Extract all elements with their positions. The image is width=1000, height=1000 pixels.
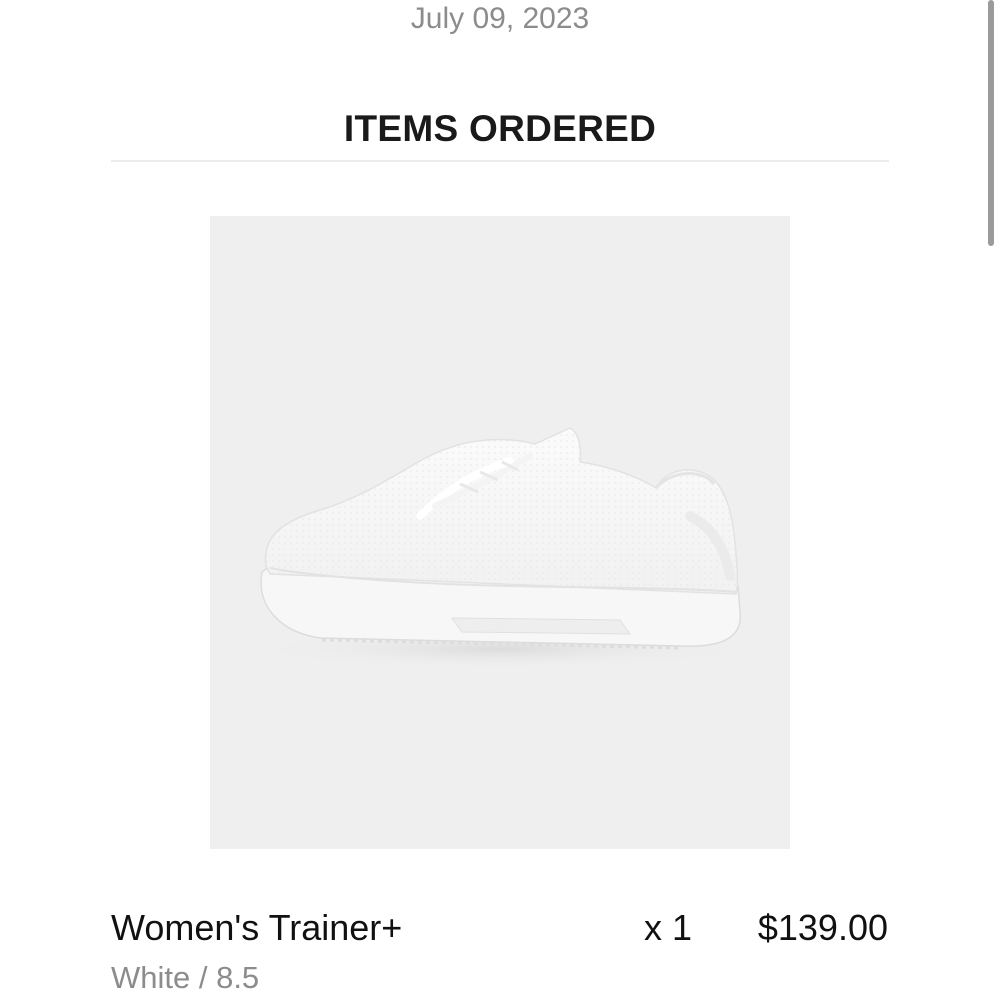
item-price: $139.00 [757,907,888,948]
items-ordered-heading: ITEMS ORDERED [343,108,657,149]
section-divider [111,160,889,162]
item-quantity: x 1 [644,907,693,948]
item-variant: White / 8.5 [111,960,260,995]
scrollbar-thumb[interactable] [988,0,994,246]
order-confirmation-page: July 09, 2023 ITEMS ORDERED Women's Trai… [0,0,1000,1000]
item-name[interactable]: Women's Trainer+ [111,907,402,949]
product-image[interactable] [210,216,790,849]
order-date: July 09, 2023 [410,2,590,35]
scrollbar[interactable] [984,0,1000,1000]
sneaker-illustration [245,427,755,669]
